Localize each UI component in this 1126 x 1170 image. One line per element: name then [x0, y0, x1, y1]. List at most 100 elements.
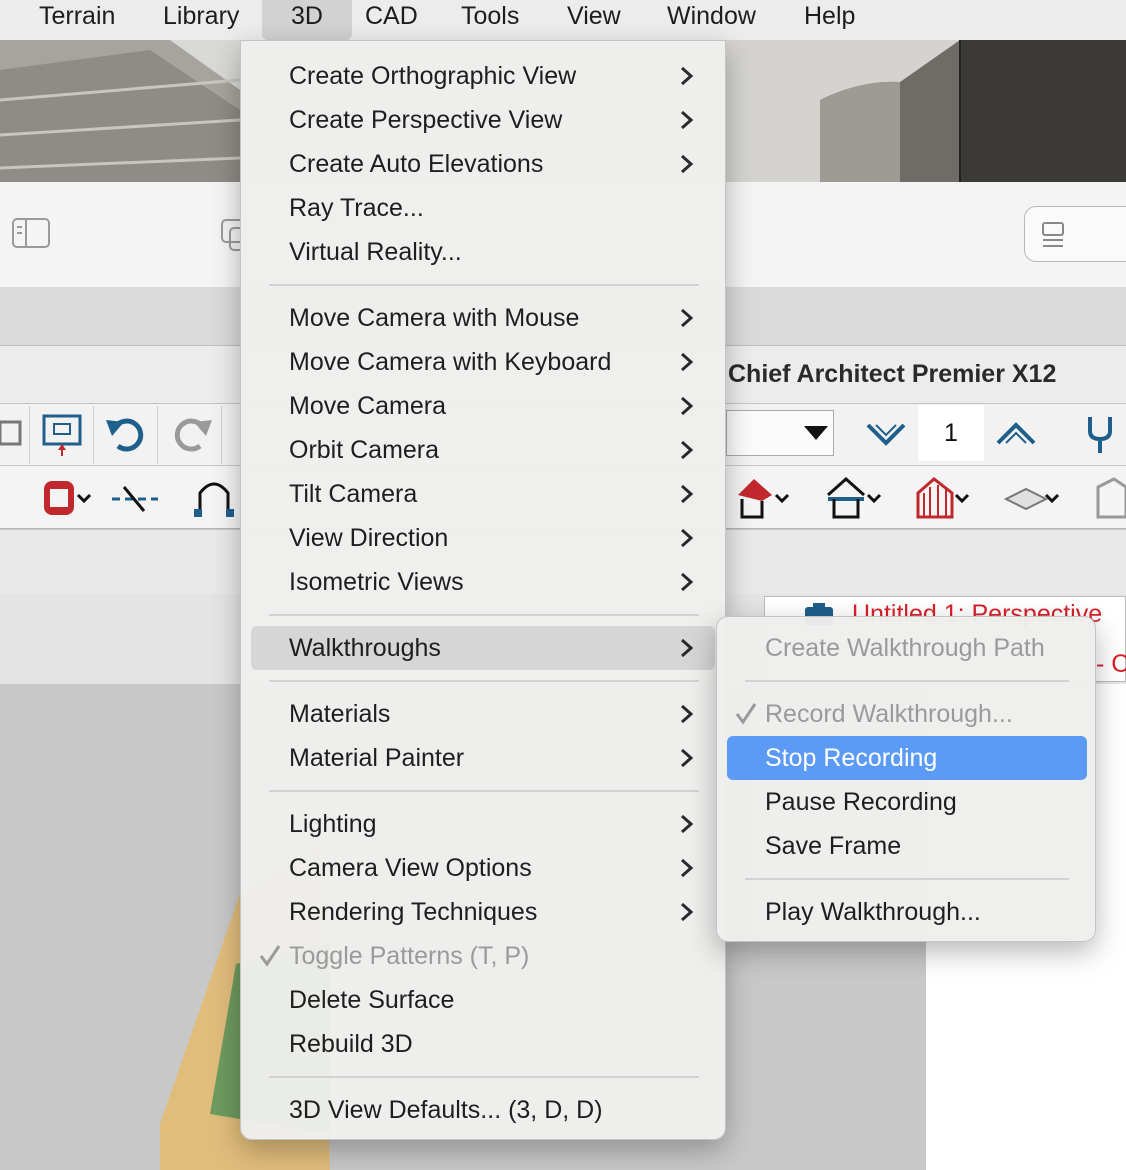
menu-item-rendering-techniques[interactable]: Rendering Techniques — [251, 890, 715, 934]
menu-item-pause-recording[interactable]: Pause Recording — [727, 780, 1087, 824]
floor-plan-icon — [42, 414, 82, 456]
menu-item-label: Materials — [289, 700, 391, 728]
chevron-down-icon — [866, 423, 906, 446]
chevron-right-icon — [681, 110, 694, 130]
window-control-pill[interactable] — [1024, 206, 1126, 262]
menu-item-create-orthographic-view[interactable]: Create Orthographic View — [251, 54, 715, 98]
slab-icon — [1003, 487, 1060, 511]
menu-item-label: Pause Recording — [765, 788, 957, 816]
menu-item-label: Rebuild 3D — [289, 1030, 413, 1058]
menu-item-move-camera[interactable]: Move Camera — [251, 384, 715, 428]
menu-3d[interactable]: 3D — [262, 0, 352, 40]
wall-icon — [1096, 477, 1126, 519]
menu-item-ray-trace[interactable]: Ray Trace... — [251, 186, 715, 230]
framing-tool-button[interactable] — [912, 469, 974, 527]
menu-separator — [269, 790, 699, 792]
slab-tool-button[interactable] — [1000, 469, 1062, 527]
chevron-right-icon — [681, 484, 694, 504]
redo-icon — [174, 418, 212, 452]
arc-tool-button[interactable] — [186, 469, 248, 527]
level-up-button[interactable] — [986, 405, 1048, 463]
menu-item-label: Rendering Techniques — [289, 898, 538, 926]
menu-item-isometric-views[interactable]: Isometric Views — [251, 560, 715, 604]
menu-item-lighting[interactable]: Lighting — [251, 802, 715, 846]
menu-item-create-perspective-view[interactable]: Create Perspective View — [251, 98, 715, 142]
menu-separator — [269, 1076, 699, 1078]
menu-item-label: View Direction — [289, 524, 449, 552]
menu-view[interactable]: View — [555, 0, 633, 40]
menu-window[interactable]: Window — [655, 0, 768, 40]
menu-item-save-frame[interactable]: Save Frame — [727, 824, 1087, 868]
menu-item-3d-view-defaults[interactable]: 3D View Defaults... (3, D, D) — [251, 1088, 715, 1132]
menu-item-label: Virtual Reality... — [289, 238, 462, 266]
menu-item-label: Stop Recording — [765, 744, 938, 772]
dimension-tool-button[interactable] — [104, 469, 166, 527]
menu-item-label: Delete Surface — [289, 986, 455, 1014]
menu-item-move-camera-with-mouse[interactable]: Move Camera with Mouse — [251, 296, 715, 340]
menu-item-label: 3D View Defaults... (3, D, D) — [289, 1096, 603, 1124]
menu-item-label: Isometric Views — [289, 568, 464, 596]
redo-button[interactable] — [160, 406, 222, 464]
menu-terrain[interactable]: Terrain — [27, 0, 127, 40]
chevron-right-icon — [681, 528, 694, 548]
menu-separator — [269, 284, 699, 286]
menu-item-label: Camera View Options — [289, 854, 532, 882]
menu-library[interactable]: Library — [151, 0, 251, 40]
menu-item-label: Create Perspective View — [289, 106, 563, 134]
menu-help[interactable]: Help — [792, 0, 867, 40]
menu-tools[interactable]: Tools — [449, 0, 531, 40]
chevron-right-icon — [681, 396, 694, 416]
copy-icon[interactable] — [220, 218, 242, 252]
3d-dropdown-menu: Create Orthographic View Create Perspect… — [240, 40, 726, 1140]
chevron-right-icon — [681, 704, 694, 724]
menu-cad[interactable]: CAD — [353, 0, 430, 40]
roof-tool-button[interactable] — [732, 469, 794, 527]
menu-separator — [269, 614, 699, 616]
menu-item-orbit-camera[interactable]: Orbit Camera — [251, 428, 715, 472]
chevron-right-icon — [681, 902, 694, 922]
menu-item-label: Move Camera — [289, 392, 446, 420]
menu-item-rebuild-3d[interactable]: Rebuild 3D — [251, 1022, 715, 1066]
menu-item-walkthroughs[interactable]: Walkthroughs — [251, 626, 715, 670]
menu-item-label: Tilt Camera — [289, 480, 418, 508]
cabinet-icon — [44, 481, 92, 515]
menu-item-record-walkthrough[interactable]: Record Walkthrough... — [727, 692, 1087, 736]
menu-item-create-walkthrough-path[interactable]: Create Walkthrough Path — [727, 626, 1087, 670]
menu-separator — [745, 878, 1069, 880]
printer-icon — [0, 420, 22, 446]
menu-item-material-painter[interactable]: Material Painter — [251, 736, 715, 780]
menu-item-delete-surface[interactable]: Delete Surface — [251, 978, 715, 1022]
menu-item-label: Create Orthographic View — [289, 62, 577, 90]
sidebar-toggle-icon[interactable] — [12, 218, 52, 250]
menu-item-label: Move Camera with Keyboard — [289, 348, 612, 376]
cabinet-tool-button[interactable] — [36, 469, 98, 527]
level-down-button[interactable] — [856, 405, 918, 463]
menu-item-create-auto-elevations[interactable]: Create Auto Elevations — [251, 142, 715, 186]
framing-icon — [916, 477, 970, 519]
menu-item-camera-view-options[interactable]: Camera View Options — [251, 846, 715, 890]
building-tool-button[interactable] — [824, 469, 886, 527]
menu-item-materials[interactable]: Materials — [251, 692, 715, 736]
house-icon — [827, 476, 882, 519]
menu-item-virtual-reality[interactable]: Virtual Reality... — [251, 230, 715, 274]
undo-button[interactable] — [96, 406, 158, 464]
menu-item-play-walkthrough[interactable]: Play Walkthrough... — [727, 890, 1087, 934]
checkmark-icon — [259, 945, 281, 967]
menu-item-label: Lighting — [289, 810, 377, 838]
menu-item-label: Play Walkthrough... — [765, 898, 981, 926]
menu-item-label: Move Camera with Mouse — [289, 304, 580, 332]
menu-item-move-camera-with-keyboard[interactable]: Move Camera with Keyboard — [251, 340, 715, 384]
menu-item-stop-recording[interactable]: Stop Recording — [727, 736, 1087, 780]
chevron-right-icon — [681, 308, 694, 328]
undo-icon — [106, 418, 144, 452]
menu-item-toggle-patterns[interactable]: Toggle Patterns (T, P) — [251, 934, 715, 978]
printer-button[interactable] — [0, 406, 30, 464]
menu-item-tilt-camera[interactable]: Tilt Camera — [251, 472, 715, 516]
chevron-down-icon[interactable] — [804, 426, 828, 440]
tools-button[interactable] — [1076, 405, 1126, 463]
chevron-right-icon — [681, 352, 694, 372]
menu-item-view-direction[interactable]: View Direction — [251, 516, 715, 560]
walkthroughs-submenu: Create Walkthrough Path Record Walkthrou… — [716, 616, 1096, 942]
plan-view-button[interactable] — [32, 406, 94, 464]
wall-tool-button[interactable] — [1090, 469, 1126, 527]
